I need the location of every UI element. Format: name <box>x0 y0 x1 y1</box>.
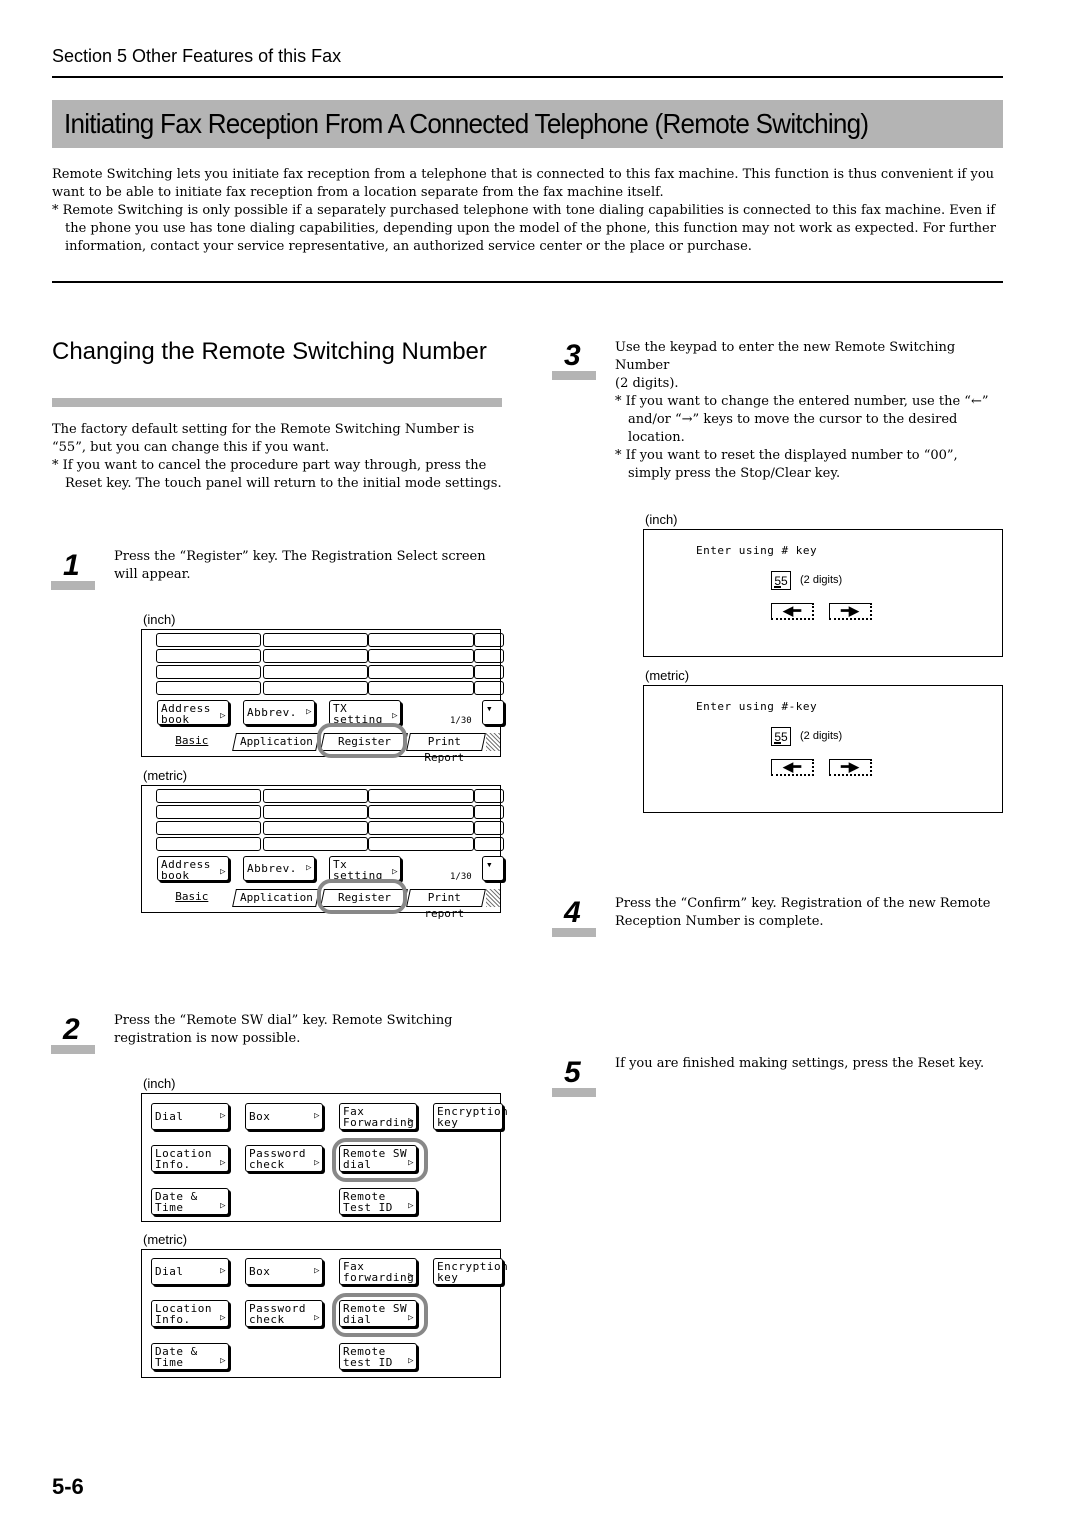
caption-metric: (metric) <box>143 1232 188 1247</box>
cursor-left-button[interactable]: ◀━ <box>771 759 814 776</box>
page-title-bar: Initiating Fax Reception From A Connecte… <box>52 100 1003 148</box>
location-info-key[interactable]: Location Info. ▷ <box>151 1145 229 1172</box>
register-highlight <box>317 723 407 758</box>
caption-metric: (metric) <box>645 668 690 683</box>
entry-screen-inch: Enter using # key 55 (2 digits) ◀━ ━▶ <box>643 529 1003 657</box>
cursor-right-button[interactable]: ━▶ <box>829 603 872 620</box>
fax-forwarding-key[interactable]: Fax Forwarding ▷ <box>339 1103 417 1130</box>
digits-hint: (2 digits) <box>800 574 843 586</box>
step-5-text: If you are finished making settings, pre… <box>615 1056 985 1071</box>
tx-setting-key[interactable]: TX setting ▷ <box>329 700 401 725</box>
step-5-number: 5 <box>552 1058 598 1098</box>
caption-inch: (inch) <box>143 612 176 627</box>
page-title: Initiating Fax Reception From A Connecte… <box>64 108 869 139</box>
tab-application[interactable]: Application <box>232 733 320 751</box>
step-3-note-2: * If you want to reset the displayed num… <box>615 448 958 481</box>
cursor-right-button[interactable]: ━▶ <box>829 759 872 776</box>
abbrev-key[interactable]: Abbrev. ▷ <box>243 700 315 725</box>
step-3-text: Use the keypad to enter the new Remote S… <box>615 339 1005 483</box>
fax-forwarding-key[interactable]: Fax forwarding ▷ <box>339 1258 417 1285</box>
box-key[interactable]: Box ▷ <box>245 1258 323 1285</box>
password-check-key[interactable]: Password check ▷ <box>245 1145 323 1172</box>
arrow-right-icon: ━▶ <box>841 759 859 774</box>
entry-prompt: Enter using #-key <box>696 700 818 713</box>
tab-basic[interactable]: Basic <box>148 733 236 751</box>
tab-application[interactable]: Application <box>232 889 320 907</box>
dial-key[interactable]: Dial ▷ <box>151 1258 229 1285</box>
step-2-number: 2 <box>51 1015 97 1055</box>
register-screen-inch: Address book ▷ Abbrev. ▷ TX setting ▷ 1/30 … <box>141 629 504 764</box>
password-check-key[interactable]: Password check ▷ <box>245 1300 323 1327</box>
date-time-key[interactable]: Date & Time ▷ <box>151 1188 229 1215</box>
cursor-left-button[interactable]: ◀━ <box>771 603 814 620</box>
dial-key[interactable]: Dial ▷ <box>151 1103 229 1130</box>
header-rule <box>52 76 1003 78</box>
page-number: 5-6 <box>52 1474 84 1499</box>
entry-prompt: Enter using # key <box>696 544 818 557</box>
register-screen-metric: Address book ▷ Abbrev. ▷ Tx setting ▷ 1/30 … <box>141 785 504 920</box>
section-label: Section 5 Other Features of this Fax <box>52 46 342 66</box>
remote-test-id-key[interactable]: Remote test ID ▷ <box>339 1343 417 1370</box>
encryption-key-key[interactable]: Encryption key <box>433 1103 508 1130</box>
number-field[interactable]: 55 <box>771 727 791 746</box>
registration-screen-metric: Dial ▷ Box ▷ Fax forwarding ▷ Encryption ke… <box>141 1249 508 1378</box>
step-4-number: 4 <box>552 898 598 938</box>
intro-note: * Remote Switching is only possible if a… <box>52 203 996 254</box>
digits-hint: (2 digits) <box>800 730 843 742</box>
remote-sw-dial-highlight <box>332 1138 428 1182</box>
page-indicator: 1/30 <box>450 716 472 726</box>
caption-inch: (inch) <box>143 1076 176 1091</box>
address-book-key[interactable]: Address book ▷ <box>157 856 229 881</box>
tab-print-report[interactable]: Print Report <box>406 733 486 764</box>
registration-screen-inch: Dial ▷ Box ▷ Fax Forwarding ▷ Encryption ke… <box>141 1093 508 1222</box>
tab-print-report[interactable]: Print report <box>406 889 486 920</box>
tab-basic[interactable]: Basic <box>148 889 236 907</box>
subsection-rule <box>52 398 502 407</box>
arrow-left-icon: ◀━ <box>783 759 801 774</box>
subsection-heading: Changing the Remote Switching Number <box>52 338 487 365</box>
abbrev-key[interactable]: Abbrev. ▷ <box>243 856 315 881</box>
subsection-note: * If you want to cancel the procedure pa… <box>52 458 502 491</box>
box-key[interactable]: Box ▷ <box>245 1103 323 1130</box>
scroll-down-button[interactable]: ▾ <box>482 856 504 881</box>
scroll-down-button[interactable]: ▾ <box>482 700 504 725</box>
intro-paragraph: Remote Switching lets you initiate fax r… <box>52 167 995 200</box>
step-1-number: 1 <box>51 551 97 591</box>
page-indicator: 1/30 <box>450 872 472 882</box>
step-2-text: Press the “Remote SW dial” key. Remote S… <box>114 1013 453 1046</box>
date-time-key[interactable]: Date & Time ▷ <box>151 1343 229 1370</box>
number-field[interactable]: 55 <box>771 571 791 590</box>
subsection-paragraph: The factory default setting for the Remo… <box>52 422 475 455</box>
intro-text: Remote Switching lets you initiate fax r… <box>52 166 1003 256</box>
address-book-key[interactable]: Address book ▷ <box>157 700 229 725</box>
entry-screen-metric: Enter using #-key 55 (2 digits) ◀━ ━▶ <box>643 685 1003 813</box>
remote-sw-dial-highlight <box>332 1293 428 1337</box>
location-info-key[interactable]: Location Info. ▷ <box>151 1300 229 1327</box>
intro-rule <box>52 281 1003 283</box>
register-highlight <box>317 879 407 914</box>
arrow-left-icon: ◀━ <box>783 603 801 618</box>
subsection-text: The factory default setting for the Remo… <box>52 421 502 493</box>
step-3-number: 3 <box>552 341 598 381</box>
tx-setting-key[interactable]: Tx setting ▷ <box>329 856 401 881</box>
remote-test-id-key[interactable]: Remote Test ID ▷ <box>339 1188 417 1215</box>
caption-inch: (inch) <box>645 512 678 527</box>
step-4-text: Press the “Confirm” key. Registration of… <box>615 896 991 929</box>
caption-metric: (metric) <box>143 768 188 783</box>
step-1-text: Press the “Register” key. The Registrati… <box>114 549 486 582</box>
encryption-key-key[interactable]: Encryption key <box>433 1258 508 1285</box>
arrow-right-icon: ━▶ <box>841 603 859 618</box>
step-3-note-1: * If you want to change the entered numb… <box>615 394 989 445</box>
